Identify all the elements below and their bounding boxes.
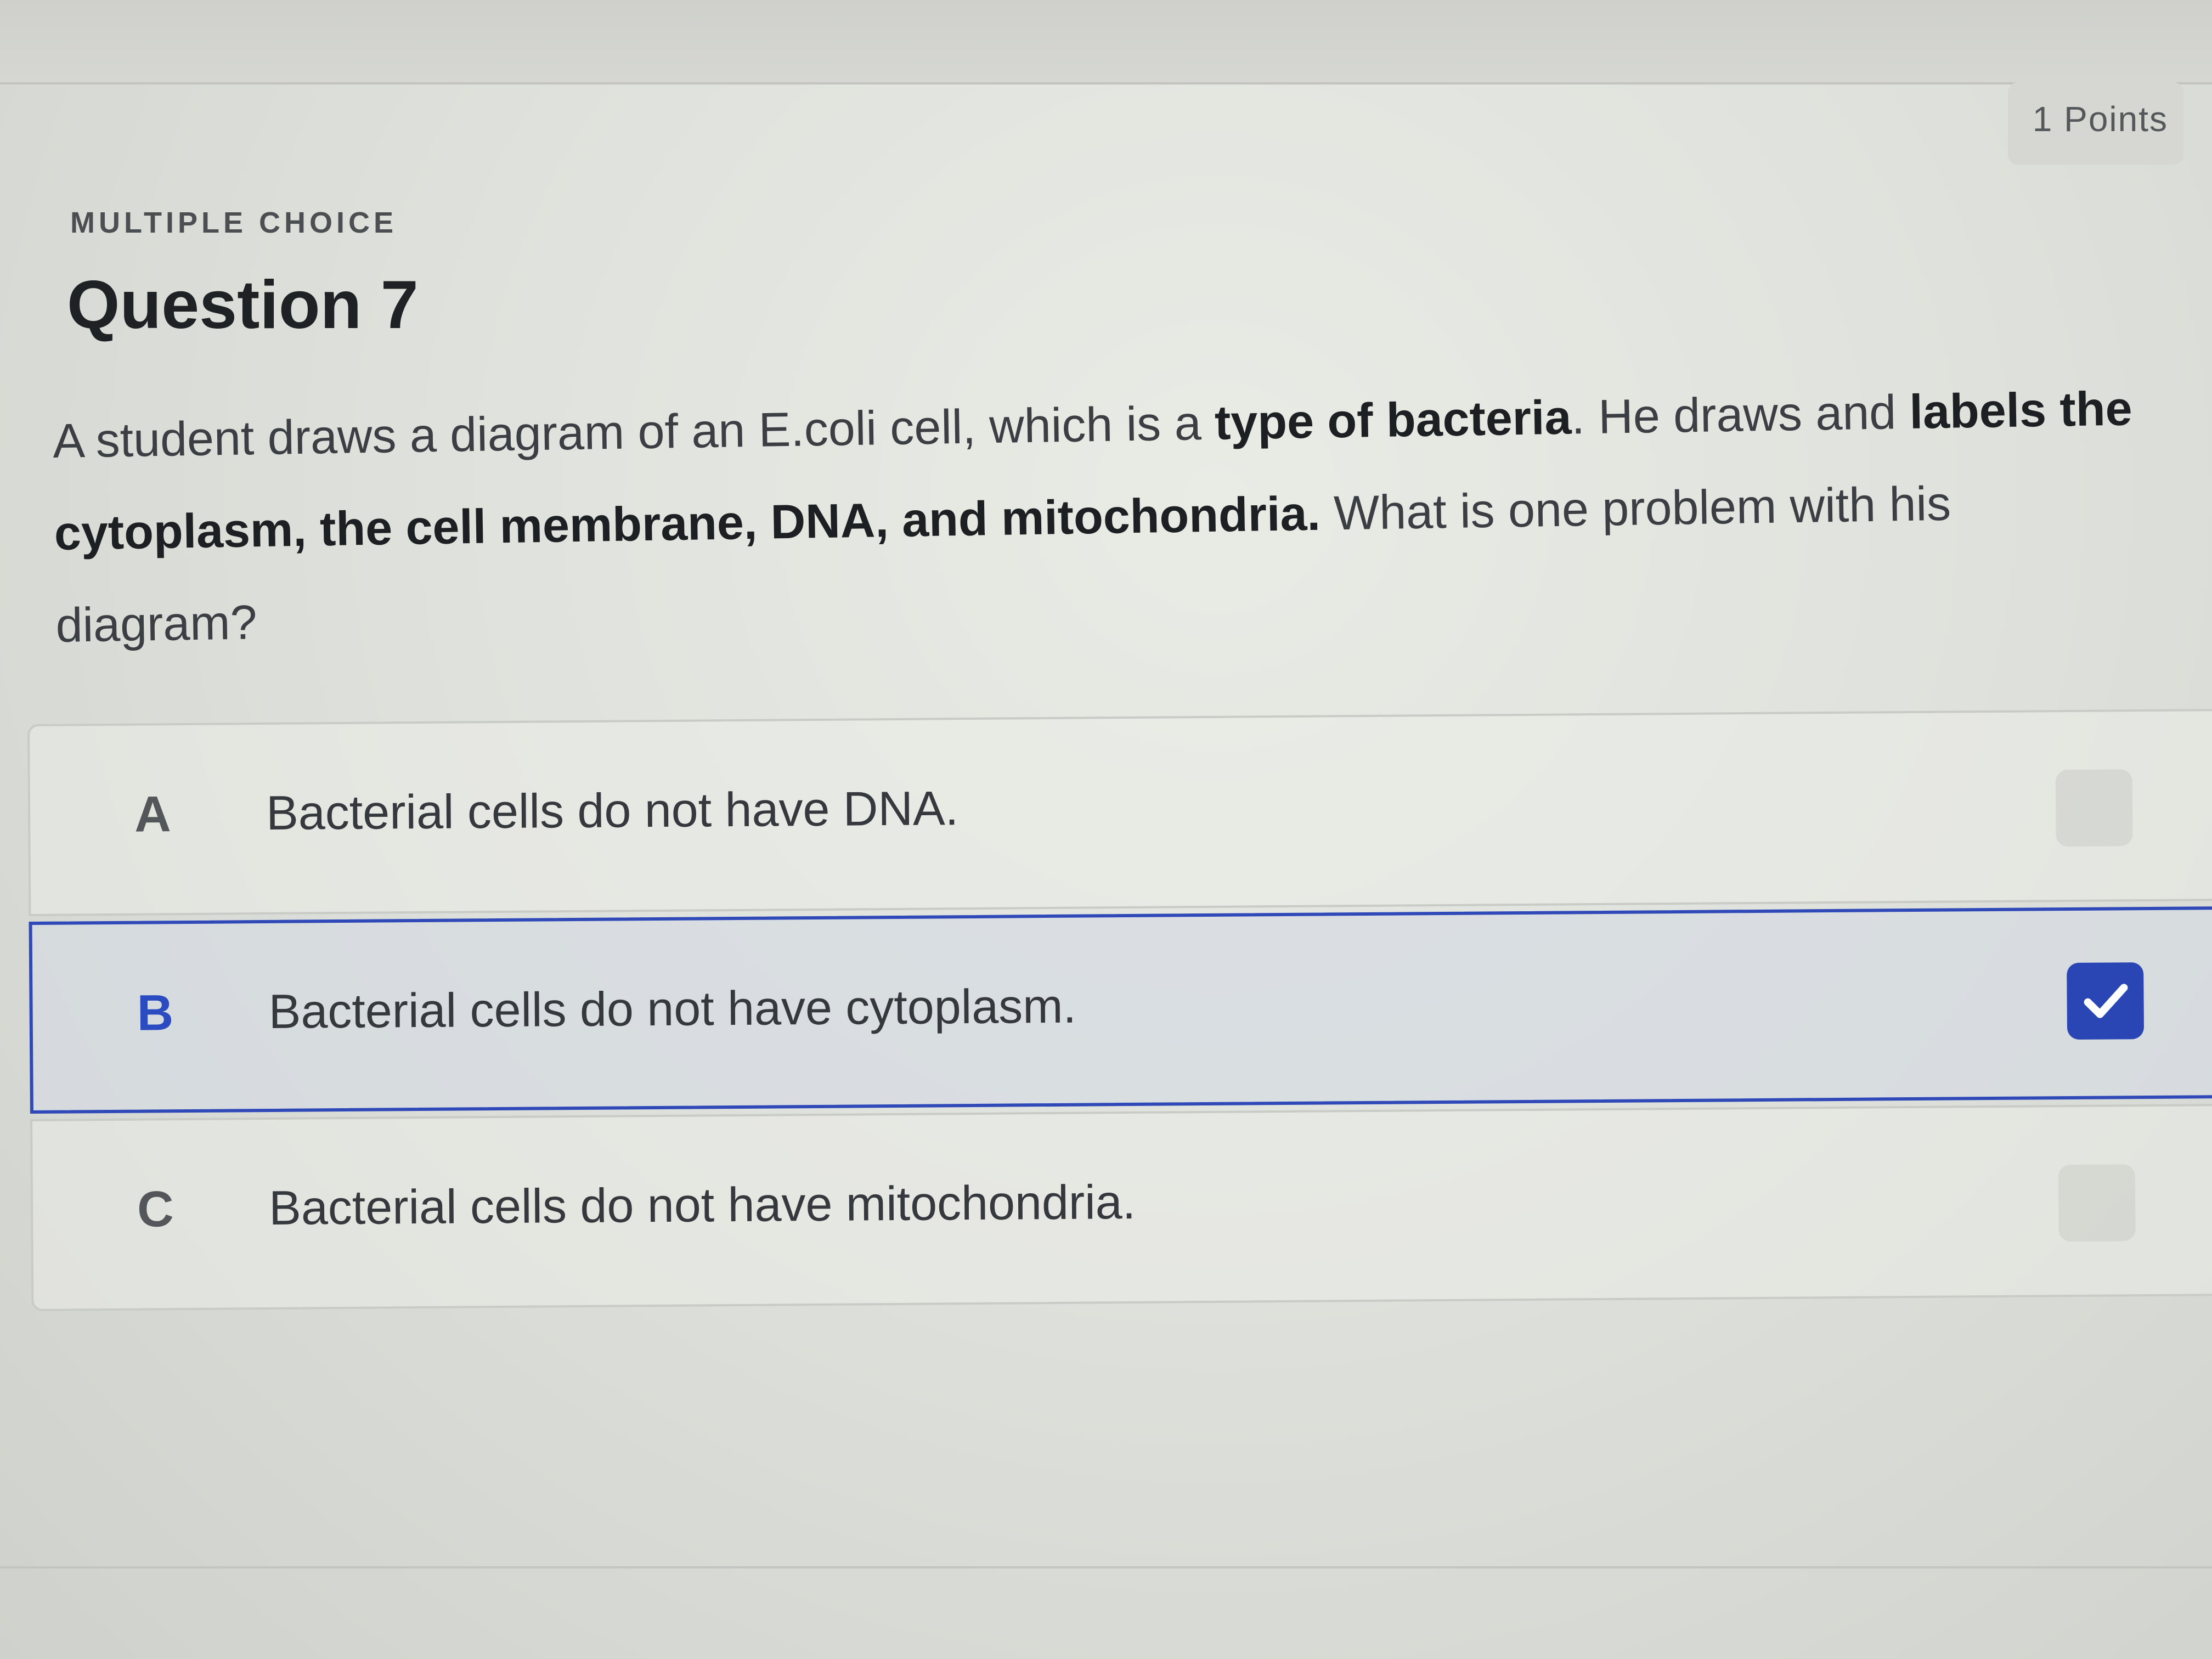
question-text-part: . He draws and [1571, 384, 1910, 444]
option-letter: A [134, 786, 171, 843]
question-text-part-bold: type of bacteria [1214, 390, 1572, 450]
option-letter: B [137, 985, 174, 1041]
answer-option-a[interactable]: A Bacterial cells do not have DNA. [27, 709, 2212, 916]
answer-option-c[interactable]: C Bacterial cells do not have mitochondr… [30, 1104, 2212, 1311]
divider [0, 1566, 2212, 1568]
question-text-part: A student draws a diagram of an E.coli c… [52, 395, 1215, 468]
option-text: Bacterial cells do not have cytoplasm. [268, 978, 1077, 1039]
answer-options: A Bacterial cells do not have DNA. B Bac… [27, 709, 2212, 1322]
checkmark-icon [2084, 984, 2128, 1018]
question-type-label: MULTIPLE CHOICE [70, 206, 397, 239]
option-letter: C [137, 1181, 174, 1238]
option-checkbox[interactable] [2058, 1164, 2136, 1242]
answer-option-b[interactable]: B Bacterial cells do not have cytoplasm. [29, 906, 2212, 1114]
top-bar [0, 0, 2212, 84]
option-text: Bacterial cells do not have mitochondria… [268, 1174, 1136, 1235]
question-text: A student draws a diagram of an E.coli c… [52, 362, 2152, 672]
question-title: Question 7 [67, 267, 419, 343]
option-checkbox-checked[interactable] [2067, 962, 2145, 1040]
points-label: 1 Points [2032, 99, 2168, 139]
option-text: Bacterial cells do not have DNA. [266, 781, 959, 840]
option-checkbox[interactable] [2055, 769, 2133, 847]
